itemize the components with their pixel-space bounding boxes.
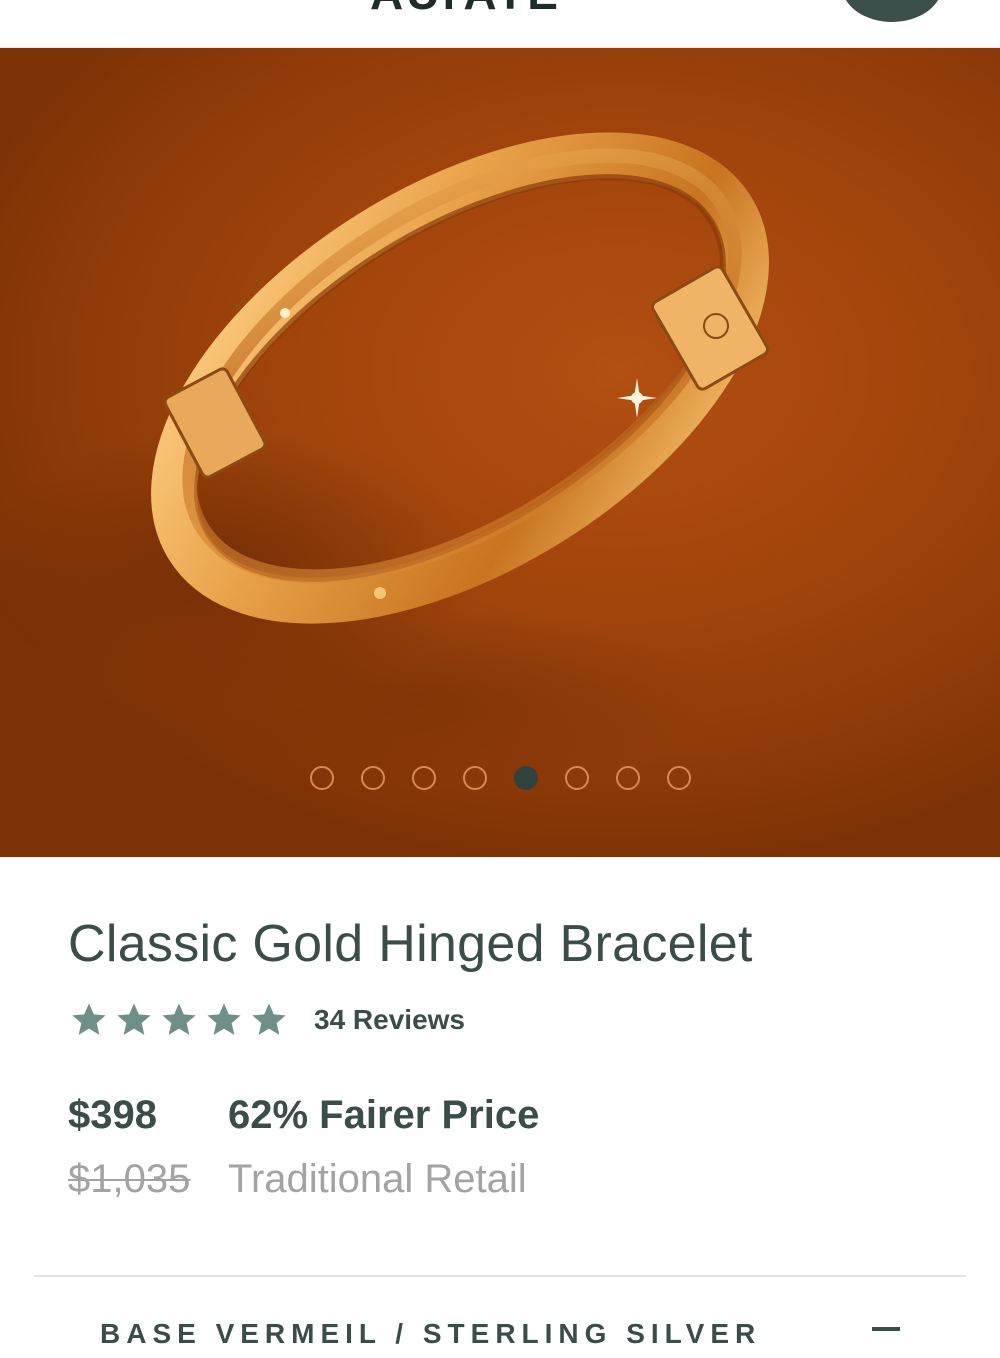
sale-price: $398 [68,1093,157,1137]
carousel-dot-5-active[interactable] [513,766,538,790]
section-divider [34,1275,966,1277]
star-rating[interactable] [68,1000,290,1040]
fairer-price-label: 62% Fairer Price [228,1093,540,1137]
reviews-link[interactable]: 34 Reviews [314,1004,465,1036]
carousel-dot-4[interactable] [462,766,487,790]
star-icon [207,1003,241,1035]
product-rating: 34 Reviews [68,1000,465,1040]
carousel-dot-2[interactable] [360,766,385,790]
carousel-dot-1[interactable] [309,766,334,790]
retail-label: Traditional Retail [228,1157,527,1201]
brand-logo[interactable]: AUrATE [370,0,561,20]
product-title: Classic Gold Hinged Bracelet [68,915,753,973]
bracelet-image [0,132,769,788]
price-row: $398 62% Fairer Price [68,1093,539,1138]
star-icon [117,1003,151,1035]
star-icon [72,1003,106,1035]
material-option-label[interactable]: BASE VERMEIL / STERLING SILVER [100,1318,761,1358]
carousel-dot-6[interactable] [564,766,589,790]
expand-icon[interactable] [872,1327,900,1331]
site-header: AUrATE [0,0,1000,48]
retail-price: $1,035 [68,1157,191,1201]
retail-row: $1,035 Traditional Retail [68,1157,527,1202]
carousel-dot-7[interactable] [615,766,640,790]
carousel-dot-8[interactable] [666,766,691,790]
account-avatar-button[interactable] [842,0,942,22]
carousel-dot-3[interactable] [411,766,436,790]
product-image-carousel[interactable] [0,48,1000,857]
carousel-dots [0,766,1000,792]
star-icon [162,1003,196,1035]
star-icon [252,1003,286,1035]
